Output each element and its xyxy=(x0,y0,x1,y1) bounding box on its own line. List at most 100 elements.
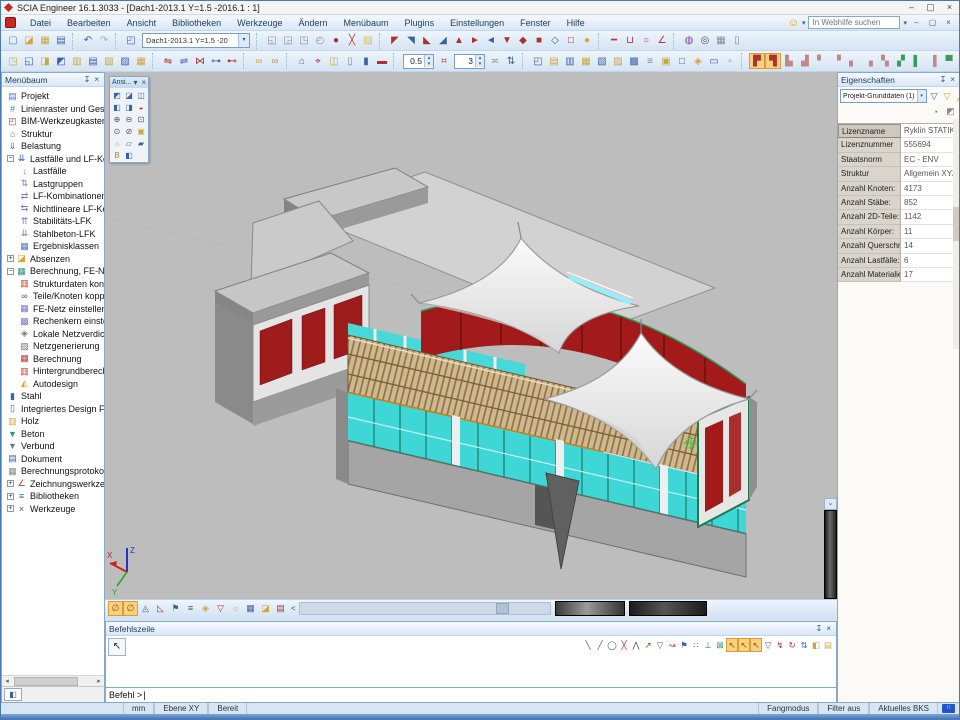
toolbar-icon[interactable]: ▚ xyxy=(877,53,893,69)
toolbar-icon[interactable]: ◎ xyxy=(697,33,713,49)
toolbar-icon[interactable]: ▜ xyxy=(765,53,781,69)
tree-item[interactable]: ▦ FE-Netz einstellen xyxy=(2,303,104,316)
snap-icon[interactable]: ↯ xyxy=(774,638,786,652)
menu-item[interactable]: Werkzeuge xyxy=(229,16,290,30)
grid-step-icon[interactable]: ⌗ xyxy=(436,53,452,69)
property-row[interactable]: Anzahl 2D-Teile: 1142 xyxy=(838,210,960,224)
toolbar-icon[interactable]: ◍ xyxy=(681,33,697,49)
toolbar-icon[interactable]: ◳ xyxy=(5,53,21,69)
palette-icon[interactable]: ◧ xyxy=(123,149,135,161)
toolbar-icon[interactable]: ▙ xyxy=(781,53,797,69)
toolbar-icon[interactable]: ▼ xyxy=(499,33,515,49)
toolbar-icon[interactable]: ▥ xyxy=(69,53,85,69)
tree-item[interactable]: ◭ Autodesign xyxy=(2,378,104,391)
tree-item[interactable]: ▤ Dokument xyxy=(2,453,104,466)
properties-tool-icon[interactable]: ╱ xyxy=(954,90,960,103)
toolbar-icon[interactable]: ▌ xyxy=(909,53,925,69)
toolbar-icon[interactable]: ↶ xyxy=(80,33,96,49)
palette-dropdown-icon[interactable]: ▾ xyxy=(131,78,139,87)
spin-down-icon[interactable]: ▾ xyxy=(476,61,484,67)
cursor-mode-button[interactable]: ↖ xyxy=(108,638,126,656)
property-value[interactable]: 555694 xyxy=(901,138,960,152)
tree-item[interactable]: ⇓ Belastung xyxy=(2,140,104,153)
snap-icon[interactable]: ⊥ xyxy=(702,638,714,652)
tree-item[interactable]: ▦ Berechnung xyxy=(2,353,104,366)
toolbar-icon[interactable]: ◲ xyxy=(280,33,296,49)
palette-icon[interactable]: ▱ xyxy=(123,137,135,149)
property-row[interactable]: Lizenznummer 555694 xyxy=(838,138,960,152)
toolbar-icon[interactable]: ⋈ xyxy=(192,53,208,69)
menu-tree-tab-icon[interactable]: ◧ xyxy=(4,688,22,701)
property-value[interactable]: 6 xyxy=(901,254,960,268)
toolbar-icon[interactable]: ◩ xyxy=(53,53,69,69)
snap-icon[interactable]: ╱ xyxy=(594,638,606,652)
toolbar-icon[interactable]: ▧ xyxy=(594,53,610,69)
toolbar-icon[interactable]: ▧ xyxy=(101,53,117,69)
tree-item[interactable]: ▩ Rechenkern einstellen xyxy=(2,315,104,328)
pin-icon[interactable]: ↧ xyxy=(82,75,93,84)
property-value[interactable]: 14 xyxy=(901,239,960,253)
toolbar-icon[interactable]: ■ xyxy=(531,33,547,49)
toolbar-icon[interactable]: ▯ xyxy=(729,33,745,49)
tree-item[interactable]: # Linienraster und Geschosse xyxy=(2,103,104,116)
toolbar-icon[interactable]: ▥ xyxy=(562,53,578,69)
grid-step-spinner[interactable]: 0.5 ▴▾ xyxy=(403,54,434,69)
menu-item[interactable]: Ansicht xyxy=(119,16,165,30)
snap-icon[interactable]: ∷ xyxy=(690,638,702,652)
scrollbar-thumb[interactable] xyxy=(953,207,959,241)
mdi-close-button[interactable]: × xyxy=(942,18,955,27)
toolbar-icon[interactable]: ◰ xyxy=(530,53,546,69)
pin-icon[interactable]: ↧ xyxy=(938,75,949,84)
tree-item[interactable]: + ◪ Absenzen xyxy=(2,253,104,266)
menu-item[interactable]: Bearbeiten xyxy=(59,16,119,30)
property-value[interactable]: 17 xyxy=(901,268,960,282)
tree-item[interactable]: ▦ Berechnungsprotokoll xyxy=(2,465,104,478)
tree-item[interactable]: ▼ Verbund xyxy=(2,440,104,453)
tree-item[interactable]: − ⇊ Lastfälle und LF-Kombination xyxy=(2,153,104,166)
toolbar-icon[interactable]: ▦ xyxy=(578,53,594,69)
menu-item[interactable]: Einstellungen xyxy=(442,16,512,30)
palette-icon[interactable]: B xyxy=(111,149,123,161)
toolbar-icon[interactable]: ▬ xyxy=(374,53,390,69)
close-icon[interactable]: × xyxy=(92,75,101,84)
toolbar-icon[interactable]: ▭ xyxy=(706,53,722,69)
toolbar-icon[interactable]: ↷ xyxy=(96,33,112,49)
property-row[interactable]: Anzahl Lastfälle: 6 xyxy=(838,254,960,268)
snap-icon[interactable]: ↖ xyxy=(750,638,762,652)
tree-item[interactable]: ▥ Hintergrundberechnung xyxy=(2,365,104,378)
toolbar-icon[interactable]: ● xyxy=(579,33,595,49)
toolbar-icon[interactable]: ▤ xyxy=(85,53,101,69)
toolbar-icon[interactable]: ● xyxy=(328,33,344,49)
scroll-left-icon[interactable]: ◂ xyxy=(2,677,12,685)
status-segment[interactable]: Aktuelles BKS xyxy=(869,703,938,714)
toolbar-icon[interactable]: ◴ xyxy=(312,33,328,49)
view-option-icon[interactable]: ◺ xyxy=(153,601,168,616)
property-row[interactable]: Anzahl Querschnitte: 14 xyxy=(838,239,960,253)
search-dropdown-icon[interactable]: ▾ xyxy=(903,19,907,27)
tree-item[interactable]: ↓ Lastfälle xyxy=(2,165,104,178)
property-row[interactable]: Anzahl Knoten: 4173 xyxy=(838,182,960,196)
view-option-icon[interactable]: ☼ xyxy=(228,601,243,616)
property-value[interactable]: 1142 xyxy=(901,210,960,224)
tree-item[interactable]: ▮ Stahl xyxy=(2,390,104,403)
combo-dropdown-icon[interactable]: ▾ xyxy=(238,34,249,47)
tree-item[interactable]: − ▦ Berechnung, FE-Netz xyxy=(2,265,104,278)
palette-icon[interactable]: ▣ xyxy=(135,125,147,137)
menu-item[interactable]: Datei xyxy=(22,16,59,30)
help-dropdown-icon[interactable]: ▾ xyxy=(802,19,806,27)
tree-item[interactable]: ⇈ Stabilitäts-LFK xyxy=(2,215,104,228)
snap-icon[interactable]: ▤ xyxy=(822,638,834,652)
tree-item[interactable]: ⌂ Struktur xyxy=(2,128,104,141)
toolbar-icon[interactable]: ⇅ xyxy=(503,53,519,69)
toolbar-icon[interactable]: ▀ xyxy=(941,53,957,69)
tree-item[interactable]: ◈ Lokale Netzverdichtung xyxy=(2,328,104,341)
tree-item[interactable]: ◰ BIM-Werkzeugkasten xyxy=(2,115,104,128)
property-row[interactable]: Staatsnorm EC - ENV xyxy=(838,153,960,167)
palette-icon[interactable]: ☼ xyxy=(111,137,123,149)
status-segment[interactable]: Bereit xyxy=(208,703,247,714)
view-option-icon[interactable]: ⚑ xyxy=(168,601,183,616)
view-option-icon[interactable]: ▽ xyxy=(213,601,228,616)
viewport-horizontal-scrollbar[interactable] xyxy=(299,602,551,615)
toolbar-icon[interactable]: ► xyxy=(467,33,483,49)
menu-item[interactable]: Menübaum xyxy=(336,16,397,30)
